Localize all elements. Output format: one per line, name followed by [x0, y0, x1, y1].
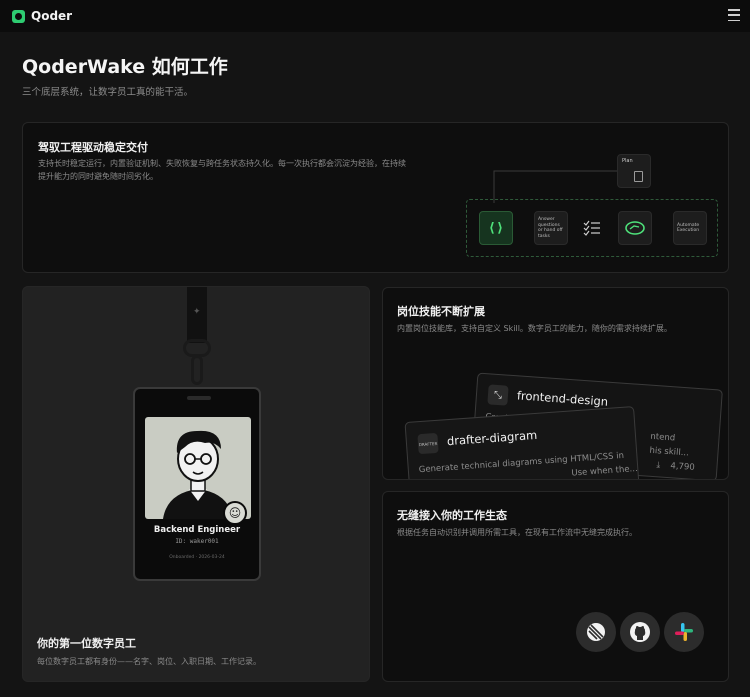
- ecosystem-card-desc: 根据任务自动识别并调用所需工具，在现有工作流中无缝完成执行。: [397, 528, 637, 537]
- verify-node: [618, 211, 652, 245]
- top-bar: Qoder: [0, 0, 750, 32]
- download-icon: ⤓: [656, 460, 661, 471]
- employee-badge-card: ✦ ☺ Backend Engineer ID: waker001 Onboar…: [22, 286, 370, 682]
- checklist-node: [575, 211, 609, 245]
- linear-icon[interactable]: [571, 607, 621, 657]
- document-icon: [634, 171, 643, 182]
- code-braces-node: ⟨⟩: [479, 211, 513, 245]
- star-icon: ✦: [193, 307, 201, 317]
- badge-onboard-date: Onboarded · 2026-03-24: [169, 555, 225, 560]
- code-braces-icon: ⟨⟩: [488, 220, 504, 236]
- execution-node: Automate Execution: [673, 211, 707, 245]
- badge-id: ID: waker001: [175, 538, 219, 545]
- engineering-desc-line2: 提升能力的同时避免随时间劣化。: [38, 172, 158, 181]
- page-title: QoderWake 如何工作: [22, 56, 228, 78]
- id-badge: ☺ Backend Engineer ID: waker001 Onboarde…: [133, 387, 261, 581]
- skill-card-drafter-diagram[interactable]: DRAFTER drafter-diagram Generate technic…: [404, 406, 640, 479]
- design-tool-icon: ⤡: [487, 384, 509, 406]
- skill-desc-fragment: Use when the...: [571, 463, 638, 479]
- drafter-icon: DRAFTER: [417, 432, 439, 455]
- skill-name: frontend-design: [516, 388, 609, 409]
- pipeline: ⟨⟩ Answer questions or hand off tasks Au…: [466, 199, 718, 257]
- skill-desc-fragment: his skill...: [649, 445, 690, 459]
- lanyard-strap: ✦: [187, 287, 207, 343]
- skills-card: 岗位技能不断扩展 内置岗位技能库，支持自定义 Skill。数字员工的能力，随你的…: [382, 287, 729, 480]
- badge-role: Backend Engineer: [153, 525, 241, 535]
- badge-card-desc: 每位数字员工都有身份——名字、岗位、入职日期、工作记录。: [37, 657, 261, 666]
- answer-node: Answer questions or hand off tasks: [534, 211, 568, 245]
- engineering-desc-line1: 支持长时稳定运行，内置验证机制、失败恢复与跨任务状态持久化。每一次执行都会沉淀为…: [38, 159, 406, 168]
- ecosystem-card: 无缝接入你的工作生态 根据任务自动识别并调用所需工具，在现有工作流中无缝完成执行…: [382, 491, 729, 682]
- smiley-sticker-icon: ☺: [223, 501, 247, 525]
- skill-name: drafter-diagram: [446, 427, 538, 449]
- lanyard-clip: [191, 355, 203, 385]
- checklist-icon: [583, 220, 600, 236]
- github-icon[interactable]: [615, 607, 665, 657]
- badge-card-title: 你的第一位数字员工: [37, 637, 136, 650]
- logo[interactable]: Qoder: [12, 9, 72, 23]
- skills-card-desc: 内置岗位技能库，支持自定义 Skill。数字员工的能力，随你的需求持续扩展。: [397, 324, 672, 333]
- slack-icon[interactable]: [659, 607, 709, 657]
- answer-node-label: Answer questions or hand off tasks: [538, 217, 563, 239]
- eye-check-icon: [625, 221, 645, 235]
- ecosystem-card-title: 无缝接入你的工作生态: [397, 509, 507, 522]
- plan-node: Plan: [617, 154, 651, 188]
- logo-text: Qoder: [31, 9, 73, 23]
- skills-card-title: 岗位技能不断扩展: [397, 305, 485, 318]
- engineering-card: 驾驭工程驱动稳定交付 支持长时稳定运行，内置验证机制、失败恢复与跨任务状态持久化…: [22, 122, 729, 273]
- skill-desc-fragment: ntend: [650, 431, 676, 444]
- hamburger-menu-icon[interactable]: [728, 9, 740, 21]
- plan-label: Plan: [622, 158, 633, 164]
- engineering-card-desc: 支持长时稳定运行，内置验证机制、失败恢复与跨任务状态持久化。每一次执行都会沉淀为…: [38, 157, 458, 183]
- page-subtitle: 三个底层系统，让数字员工真的能干活。: [22, 87, 194, 98]
- execution-node-label: Automate Execution: [677, 222, 700, 234]
- qoder-logo-icon: [12, 9, 25, 23]
- engineering-card-title: 驾驭工程驱动稳定交付: [38, 141, 148, 154]
- badge-slot: [187, 396, 211, 400]
- download-count: 4,790: [670, 461, 696, 473]
